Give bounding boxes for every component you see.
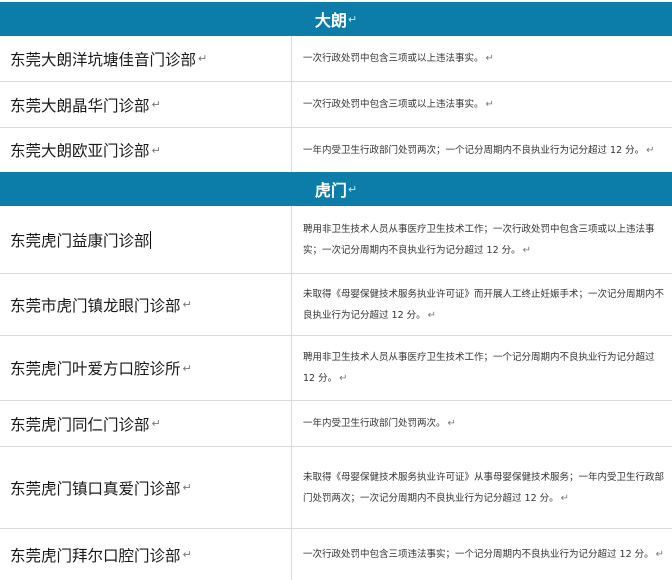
paragraph-mark-icon: ↵: [560, 492, 570, 504]
clinic-name-cell: 东莞市虎门镇龙眼门诊部 ↵: [0, 274, 292, 335]
table-row: 东莞虎门叶爱方口腔诊所 ↵ 聘用非卫生技术人员从事医疗卫生技术工作；一个记分周期内…: [0, 336, 672, 401]
table-row: 东莞虎门镇口真爱门诊部 ↵ 未取得《母婴保健技术服务执业许可证》从事母婴保健技术服…: [0, 447, 672, 529]
violation-cell: 一年内受卫生行政部门处罚两次。 ↵: [293, 401, 672, 446]
violation-cell: 一次行政处罚中包含三项或以上违法事实。 ↵: [293, 82, 672, 127]
paragraph-mark-icon: ↵: [485, 53, 494, 64]
document-table: 大朗 ↵ 东莞大朗洋坑塘佳音门诊部 ↵ 一次行政处罚中包含三项或以上违法事实。 ↵ 东…: [0, 0, 672, 580]
table-row: 东莞虎门同仁门诊部 ↵ 一年内受卫生行政部门处罚两次。 ↵: [0, 401, 672, 447]
violation-text: 一年内受卫生行政部门处罚两次；一个记分周期内不良执业行为记分超过 12 分。: [303, 144, 645, 156]
table-row: 东莞虎门拜尔口腔门诊部 ↵ 一次行政处罚中包含三项违法事实；一个记分周期内不良执业…: [0, 529, 672, 580]
clinic-name-cell: 东莞大朗欧亚门诊部 ↵: [0, 128, 292, 172]
paragraph-mark-icon: ↵: [427, 309, 437, 321]
paragraph-mark-icon: ↵: [182, 548, 192, 561]
section-header-humen: 虎门 ↵: [0, 172, 672, 206]
table-row: 东莞市虎门镇龙眼门诊部 ↵ 未取得《母婴保健技术服务执业许可证》而开展人工终止妊娠…: [0, 274, 672, 336]
section-title: 大朗: [314, 11, 347, 30]
violation-text: 一次行政处罚中包含三项或以上违法事实。: [303, 53, 484, 64]
paragraph-mark-icon: ↵: [347, 182, 358, 196]
clinic-name-cell: 东莞虎门拜尔口腔门诊部 ↵: [0, 529, 292, 580]
violation-text: 一次行政处罚中包含三项违法事实；一个记分周期内不良执业行为记分超过 12 分。: [303, 549, 654, 560]
clinic-name-cell: 东莞虎门叶爱方口腔诊所 ↵: [0, 336, 292, 400]
clinic-name: 东莞虎门同仁门诊部: [10, 415, 150, 434]
clinic-name: 东莞虎门镇口真爱门诊部: [10, 479, 181, 498]
clinic-name-cell: 东莞大朗洋坑塘佳音门诊部 ↵: [0, 36, 292, 81]
section-title: 虎门: [314, 181, 347, 200]
clinic-name: 东莞市虎门镇龙眼门诊部: [10, 296, 181, 315]
violation-cell: 一次行政处罚中包含三项违法事实；一个记分周期内不良执业行为记分超过 12 分。 ↵: [293, 529, 672, 580]
paragraph-mark-icon: ↵: [522, 244, 532, 256]
paragraph-mark-icon: ↵: [339, 373, 348, 384]
paragraph-mark-icon: ↵: [182, 481, 192, 494]
clinic-name: 东莞虎门拜尔口腔门诊部: [10, 546, 181, 565]
paragraph-mark-icon: ↵: [151, 98, 161, 111]
paragraph-mark-icon: ↵: [447, 418, 456, 429]
paragraph-mark-icon: ↵: [151, 143, 161, 157]
violation-cell: 一次行政处罚中包含三项或以上违法事实。 ↵: [293, 36, 672, 81]
paragraph-mark-icon: ↵: [655, 549, 665, 560]
table-row: 东莞大朗洋坑塘佳音门诊部 ↵ 一次行政处罚中包含三项或以上违法事实。 ↵: [0, 36, 672, 82]
violation-cell: 未取得《母婴保健技术服务执业许可证》而开展人工终止妊娠手术；一次记分周期内不良执…: [293, 274, 672, 335]
table-row: 东莞大朗欧亚门诊部 ↵ 一年内受卫生行政部门处罚两次；一个记分周期内不良执业行为记…: [0, 128, 672, 172]
violation-cell: 聘用非卫生技术人员从事医疗卫生技术工作；一个记分周期内不良执业行为记分超过 12…: [293, 336, 672, 400]
clinic-name-cell: 东莞虎门益康门诊部: [0, 206, 292, 273]
clinic-name: 东莞大朗洋坑塘佳音门诊部: [10, 50, 197, 69]
clinic-name: 东莞大朗晶华门诊部: [10, 96, 150, 115]
paragraph-mark-icon: ↵: [182, 361, 192, 375]
table-row: 东莞大朗晶华门诊部 ↵ 一次行政处罚中包含三项或以上违法事实。 ↵: [0, 82, 672, 128]
violation-text: 一次行政处罚中包含三项或以上违法事实。: [303, 99, 484, 110]
paragraph-mark-icon: ↵: [198, 52, 208, 65]
clinic-name-cell: 东莞大朗晶华门诊部 ↵: [0, 82, 292, 127]
section-header-dalang: 大朗 ↵: [0, 2, 672, 36]
paragraph-mark-icon: ↵: [646, 144, 655, 156]
paragraph-mark-icon: ↵: [347, 12, 358, 26]
violation-text: 聘用非卫生技术人员从事医疗卫生技术工作；一个记分周期内不良执业行为记分超过 12…: [303, 352, 655, 384]
clinic-name-cell: 东莞虎门镇口真爱门诊部 ↵: [0, 447, 292, 528]
violation-text: 未取得《母婴保健技术服务执业许可证》从事母婴保健技术服务；一年内受卫生行政部门处…: [303, 471, 665, 504]
violation-cell: 未取得《母婴保健技术服务执业许可证》从事母婴保健技术服务；一年内受卫生行政部门处…: [293, 447, 672, 528]
clinic-name: 东莞大朗欧亚门诊部: [10, 142, 150, 160]
clinic-name: 东莞虎门益康门诊部: [10, 231, 150, 250]
clinic-name: 东莞虎门叶爱方口腔诊所: [10, 360, 181, 378]
text-cursor: [149, 230, 151, 249]
paragraph-mark-icon: ↵: [182, 298, 192, 311]
paragraph-mark-icon: ↵: [485, 99, 494, 110]
violation-cell: 一年内受卫生行政部门处罚两次；一个记分周期内不良执业行为记分超过 12 分。 ↵: [293, 128, 672, 172]
violation-cell: 聘用非卫生技术人员从事医疗卫生技术工作；一次行政处罚中包含三项或以上违法事实；一…: [293, 206, 672, 273]
clinic-name-cell: 东莞虎门同仁门诊部 ↵: [0, 401, 292, 446]
table-row: 东莞虎门益康门诊部 聘用非卫生技术人员从事医疗卫生技术工作；一次行政处罚中包含三…: [0, 206, 672, 274]
violation-text: 聘用非卫生技术人员从事医疗卫生技术工作；一次行政处罚中包含三项或以上违法事实；一…: [303, 223, 655, 256]
violation-text: 未取得《母婴保健技术服务执业许可证》而开展人工终止妊娠手术；一次记分周期内不良执…: [303, 288, 665, 321]
paragraph-mark-icon: ↵: [151, 417, 161, 430]
violation-text: 一年内受卫生行政部门处罚两次。: [303, 418, 446, 429]
